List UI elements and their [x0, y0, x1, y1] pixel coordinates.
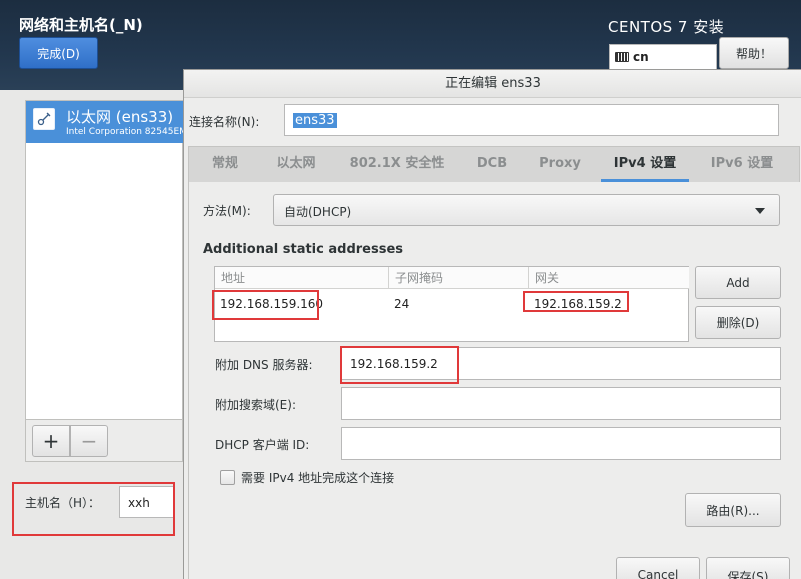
- dropdown-arrow-icon: [755, 208, 765, 214]
- done-button[interactable]: 完成(D): [19, 37, 98, 69]
- highlight-hostname: [12, 482, 175, 536]
- method-label: 方法(M):: [203, 204, 251, 218]
- add-address-button[interactable]: Add: [695, 266, 781, 299]
- add-connection-button[interactable]: +: [32, 425, 70, 457]
- connection-name-value: ens33: [293, 113, 337, 128]
- dhcp-client-id-label: DHCP 客户端 ID:: [215, 438, 310, 452]
- tab-ipv6-settings[interactable]: IPv6 设置: [707, 147, 777, 182]
- connection-name-label: 连接名称(N):: [189, 115, 260, 129]
- highlight-address: [212, 290, 319, 320]
- ipv4-settings-panel: 方法(M): 自动(DHCP) Additional static addres…: [188, 182, 800, 579]
- highlight-dns: [340, 346, 459, 384]
- save-button[interactable]: 保存(S): [706, 557, 790, 579]
- column-header-address: 地址: [215, 267, 389, 289]
- dialog-title: 正在编辑 ens33: [184, 70, 801, 98]
- require-ipv4-row[interactable]: 需要 IPv4 地址完成这个连接: [220, 469, 394, 486]
- routes-button[interactable]: 路由(R)...: [685, 493, 781, 527]
- installer-title: CENTOS 7 安装: [608, 18, 725, 36]
- connection-name: 以太网 (ens33): [66, 108, 174, 126]
- delete-address-button[interactable]: 删除(D): [695, 306, 781, 339]
- connection-list-toolbar: + −: [25, 420, 183, 462]
- dns-servers-label: 附加 DNS 服务器:: [215, 358, 313, 372]
- connection-name-input[interactable]: ens33: [284, 104, 779, 136]
- dhcp-client-id-input[interactable]: [341, 427, 781, 460]
- method-select[interactable]: 自动(DHCP): [273, 194, 780, 226]
- column-header-gateway: 网关: [529, 267, 689, 289]
- search-domains-input[interactable]: [341, 387, 781, 420]
- highlight-gateway: [523, 291, 629, 312]
- cancel-button[interactable]: Cancel: [616, 557, 700, 579]
- method-value: 自动(DHCP): [284, 205, 352, 219]
- settings-tabs: 常规 以太网 802.1X 安全性 DCB Proxy IPv4 设置 IPv6…: [188, 146, 800, 182]
- search-domains-label: 附加搜索域(E):: [215, 398, 296, 412]
- tab-ethernet[interactable]: 以太网: [273, 147, 319, 182]
- column-header-netmask: 子网掩码: [389, 267, 529, 289]
- require-ipv4-label: 需要 IPv4 地址完成这个连接: [241, 471, 395, 485]
- tab-ipv4-settings[interactable]: IPv4 设置: [601, 147, 689, 182]
- addresses-section-title: Additional static addresses: [203, 242, 404, 257]
- netmask-cell[interactable]: 24: [394, 297, 409, 311]
- tab-8021x-security[interactable]: 802.1X 安全性: [347, 147, 447, 182]
- connection-item-ens33[interactable]: 以太网 (ens33) Intel Corporation 82545EM Gi…: [26, 101, 184, 143]
- keyboard-icon: [615, 52, 629, 62]
- remove-connection-button[interactable]: −: [70, 425, 108, 457]
- page-title: 网络和主机名(_N): [19, 16, 143, 34]
- ethernet-icon: [33, 108, 55, 130]
- tab-dcb[interactable]: DCB: [474, 147, 510, 182]
- require-ipv4-checkbox[interactable]: [220, 470, 235, 485]
- connection-description: Intel Corporation 82545EM Gigabit Ethern…: [66, 127, 184, 137]
- edit-connection-dialog: 正在编辑 ens33 连接名称(N): ens33 常规 以太网 802.1X …: [183, 69, 801, 579]
- keyboard-layout-indicator[interactable]: cn: [609, 44, 717, 70]
- help-button[interactable]: 帮助！: [719, 37, 789, 69]
- connection-list: 以太网 (ens33) Intel Corporation 82545EM Gi…: [25, 100, 184, 420]
- tab-proxy[interactable]: Proxy: [537, 147, 583, 182]
- tab-general[interactable]: 常规: [209, 147, 241, 182]
- keyboard-layout-label: cn: [633, 50, 649, 64]
